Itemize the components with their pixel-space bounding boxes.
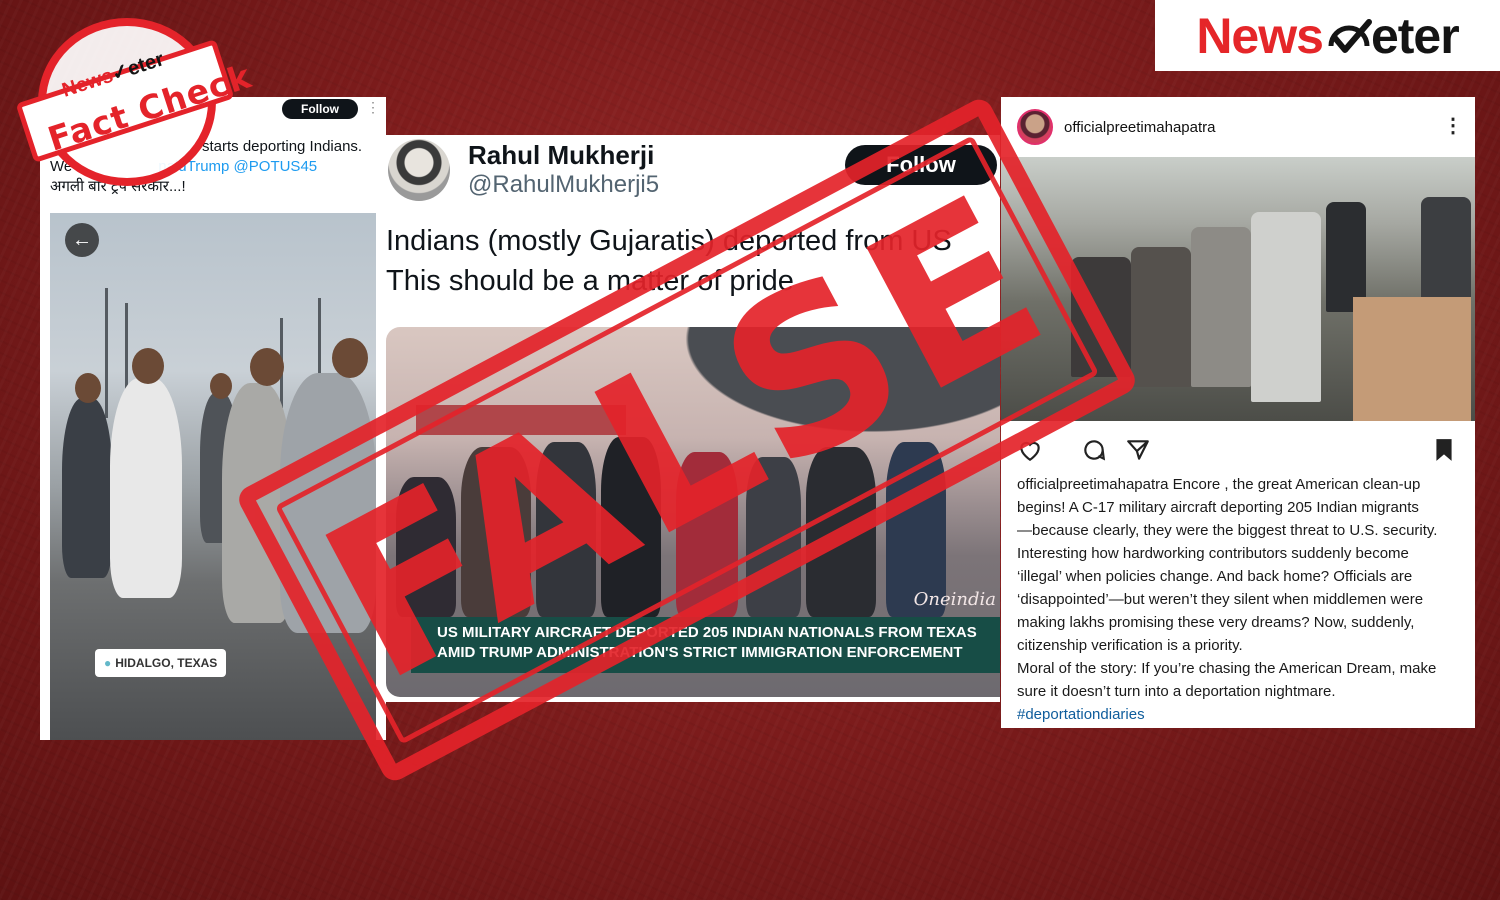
location-tag: ● HIDALGO, TEXAS bbox=[95, 649, 227, 677]
person-head bbox=[75, 373, 101, 403]
caption-line: officialpreetimahapatra Encore , the gre… bbox=[1017, 473, 1467, 496]
logo-news-text: News bbox=[1196, 7, 1324, 64]
more-options-icon[interactable]: ⋮ bbox=[1443, 113, 1463, 138]
person-head bbox=[250, 348, 284, 386]
gauge-check-icon bbox=[1328, 18, 1372, 53]
instagram-action-bar bbox=[1001, 433, 1475, 467]
cardboard-box bbox=[1353, 297, 1471, 421]
person-figure bbox=[1191, 227, 1251, 387]
share-icon[interactable] bbox=[1125, 437, 1151, 463]
caption-line: ‘illegal’ when policies change. And back… bbox=[1017, 568, 1413, 585]
media-watermark: Oneindia bbox=[913, 589, 996, 610]
person-figure bbox=[110, 378, 182, 598]
person-figure bbox=[1251, 212, 1321, 402]
person-head bbox=[332, 338, 368, 378]
logo-meter-text: eter bbox=[1370, 7, 1460, 64]
caption-line: making lakhs promising these very dreams… bbox=[1017, 614, 1415, 631]
author-handle[interactable]: @RahulMukherji5 bbox=[468, 171, 659, 199]
caption-line: ‘disappointed’—but weren’t they silent w… bbox=[1017, 591, 1424, 608]
back-arrow-icon[interactable]: ← bbox=[65, 223, 99, 257]
location-pin-icon: ● bbox=[104, 656, 112, 670]
caption-line: Moral of the story: If you’re chasing th… bbox=[1017, 660, 1437, 677]
more-options-icon[interactable]: ⋮ bbox=[366, 99, 380, 116]
caption-line: begins! A C-17 military aircraft deporti… bbox=[1017, 499, 1419, 516]
person-figure bbox=[1326, 202, 1366, 312]
caption-text: Encore , the great American clean-up bbox=[1172, 476, 1421, 493]
person-figure bbox=[1421, 197, 1471, 307]
light-pole bbox=[105, 288, 108, 418]
person-figure bbox=[62, 398, 112, 578]
person-figure bbox=[1131, 247, 1191, 387]
person-head bbox=[132, 348, 164, 384]
instagram-caption: officialpreetimahapatra Encore , the gre… bbox=[1017, 473, 1467, 726]
author-name[interactable]: Rahul Mukherji bbox=[468, 140, 654, 171]
person-head bbox=[210, 373, 232, 399]
author-avatar[interactable] bbox=[388, 139, 450, 201]
logo-wordmark: News eter bbox=[1196, 7, 1460, 65]
comment-icon[interactable] bbox=[1081, 437, 1107, 463]
caption-line: —because clearly, they were the biggest … bbox=[1017, 522, 1438, 539]
caption-line: sure it doesn’t turn into a deportation … bbox=[1017, 683, 1336, 700]
hashtag-link[interactable]: #deportationdiaries bbox=[1017, 703, 1467, 726]
instagram-avatar[interactable] bbox=[1017, 109, 1053, 145]
newsmeter-logo[interactable]: News eter bbox=[1155, 0, 1500, 71]
location-label: HIDALGO, TEXAS bbox=[115, 656, 218, 670]
left-follow-button[interactable]: Follow bbox=[282, 99, 358, 119]
caption-username[interactable]: officialpreetimahapatra bbox=[1017, 476, 1168, 493]
instagram-username[interactable]: officialpreetimahapatra bbox=[1064, 119, 1215, 136]
bookmark-icon[interactable] bbox=[1431, 437, 1457, 463]
caption-line: Interesting how hardworking contributors… bbox=[1017, 545, 1409, 562]
caption-line: citizenship verification is a priority. bbox=[1017, 637, 1243, 654]
